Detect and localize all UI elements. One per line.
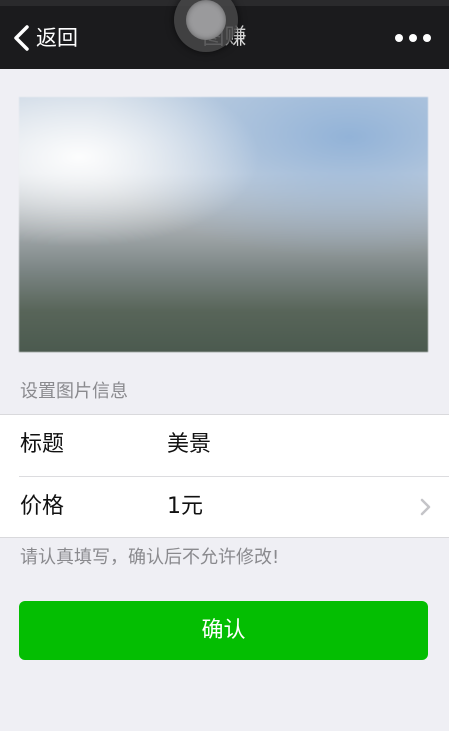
more-options-button[interactable] bbox=[395, 28, 431, 48]
title-row[interactable]: 标题 美景 bbox=[0, 415, 449, 476]
image-info-form: 标题 美景 价格 1元 bbox=[0, 414, 449, 538]
navigation-bar: 返回 图赚 bbox=[0, 0, 449, 69]
more-dot-icon bbox=[409, 34, 417, 42]
chevron-right-icon bbox=[420, 498, 431, 516]
assistive-touch-inner-icon bbox=[186, 0, 226, 40]
more-dot-icon bbox=[423, 34, 431, 42]
price-label: 价格 bbox=[20, 494, 65, 519]
confirm-button[interactable]: 确认 bbox=[19, 601, 428, 660]
price-value: 1元 bbox=[167, 494, 203, 519]
more-dot-icon bbox=[395, 34, 403, 42]
price-row[interactable]: 价格 1元 bbox=[0, 477, 449, 538]
title-label: 标题 bbox=[20, 432, 65, 457]
uploaded-photo bbox=[19, 97, 428, 352]
section-title: 设置图片信息 bbox=[20, 381, 128, 402]
form-hint: 请认真填写，确认后不允许修改! bbox=[20, 547, 280, 568]
title-value[interactable]: 美景 bbox=[167, 431, 211, 459]
